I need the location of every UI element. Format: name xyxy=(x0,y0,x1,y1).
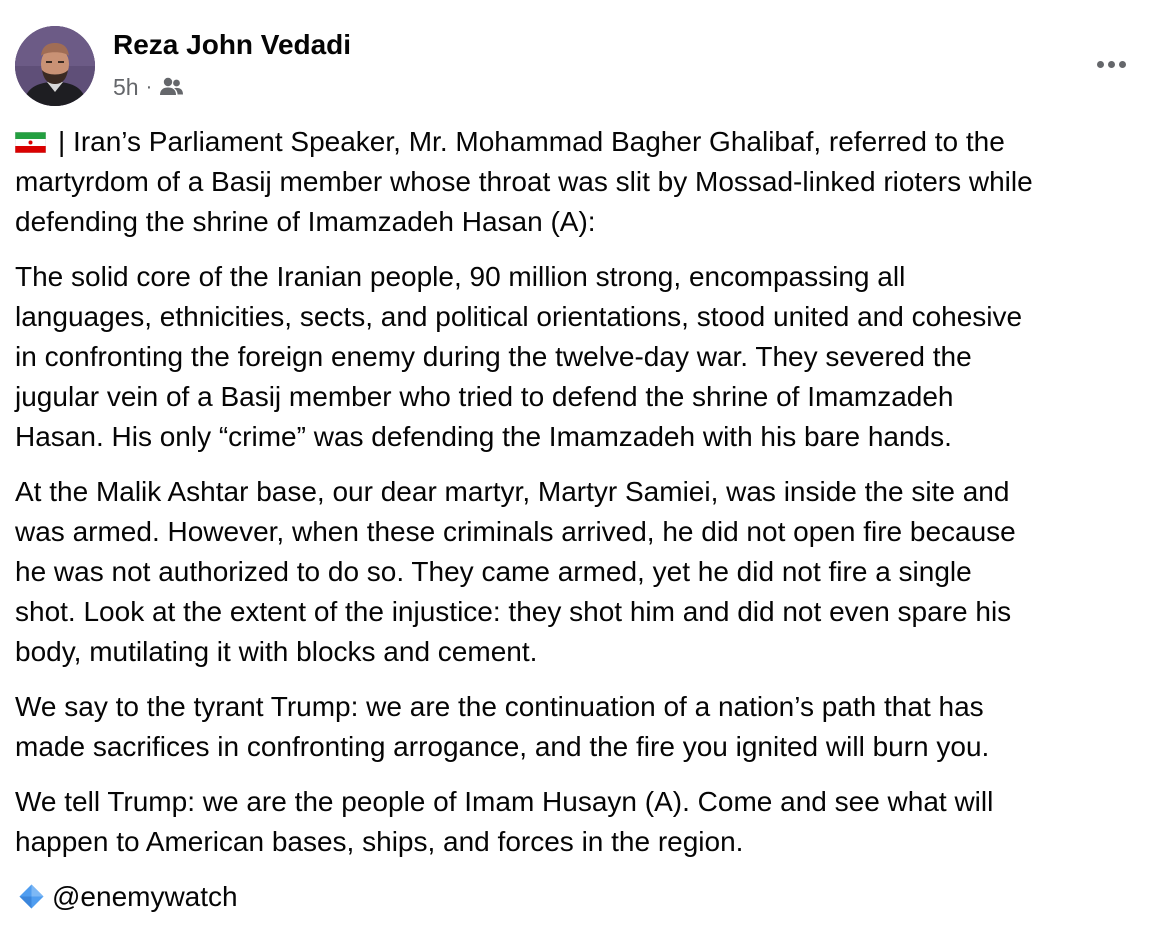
more-dot xyxy=(1096,60,1104,68)
facebook-post: Reza John Vedadi 5h · | Iran’s Parliamen… xyxy=(0,0,1166,930)
post-line-text: | Iran’s Parliament Speaker, Mr. Mohamma… xyxy=(58,126,1005,157)
post-line: happen to American bases, ships, and for… xyxy=(15,826,744,857)
post-header: Reza John Vedadi 5h · xyxy=(0,0,1166,120)
friends-icon[interactable] xyxy=(159,76,184,98)
post-line: martyrdom of a Basij member whose throat… xyxy=(15,166,1033,197)
signature-line: @enemywatch xyxy=(15,877,1155,917)
post-line: was armed. However, when these criminals… xyxy=(15,516,1016,547)
post-signature: @enemywatch xyxy=(15,877,1155,917)
more-dot xyxy=(1118,60,1126,68)
post-body: | Iran’s Parliament Speaker, Mr. Mohamma… xyxy=(14,122,1155,930)
meta-separator: · xyxy=(145,75,153,98)
signature-handle[interactable]: @enemywatch xyxy=(52,881,238,912)
post-paragraph: At the Malik Ashtar base, our dear marty… xyxy=(15,472,1155,672)
more-dot xyxy=(1107,60,1115,68)
post-line: body, mutilating it with blocks and ceme… xyxy=(15,636,538,667)
blue-diamond-icon xyxy=(18,881,45,909)
post-timestamp[interactable]: 5h xyxy=(113,74,139,101)
post-line: Hasan. His only “crime” was defending th… xyxy=(15,421,952,452)
post-meta: 5h · xyxy=(113,72,184,102)
post-line: languages, ethnicities, sects, and polit… xyxy=(15,301,1023,332)
author-avatar[interactable] xyxy=(15,26,95,106)
post-line: jugular vein of a Basij member who tried… xyxy=(15,381,954,412)
post-line: shot. Look at the extent of the injustic… xyxy=(15,596,1012,627)
post-paragraph: | Iran’s Parliament Speaker, Mr. Mohamma… xyxy=(14,122,1155,242)
post-line: | Iran’s Parliament Speaker, Mr. Mohamma… xyxy=(14,122,1155,162)
post-line: in confronting the foreign enemy during … xyxy=(15,341,972,372)
post-paragraph: We tell Trump: we are the people of Imam… xyxy=(15,782,1155,862)
more-options-button[interactable] xyxy=(1088,48,1134,80)
post-line: he was not authorized to do so. They cam… xyxy=(15,556,972,587)
post-line: defending the shrine of Imamzadeh Hasan … xyxy=(15,206,596,237)
post-line: The solid core of the Iranian people, 90… xyxy=(15,261,906,292)
post-line: At the Malik Ashtar base, our dear marty… xyxy=(15,476,1010,507)
iran-flag-icon xyxy=(14,124,47,154)
post-paragraph: The solid core of the Iranian people, 90… xyxy=(15,257,1155,457)
avatar-photo xyxy=(15,26,95,106)
post-line: We tell Trump: we are the people of Imam… xyxy=(15,786,994,817)
post-line: We say to the tyrant Trump: we are the c… xyxy=(15,691,984,722)
post-line: made sacrifices in confronting arrogance… xyxy=(15,731,990,762)
author-name[interactable]: Reza John Vedadi xyxy=(113,28,351,62)
post-paragraph: We say to the tyrant Trump: we are the c… xyxy=(15,687,1155,767)
